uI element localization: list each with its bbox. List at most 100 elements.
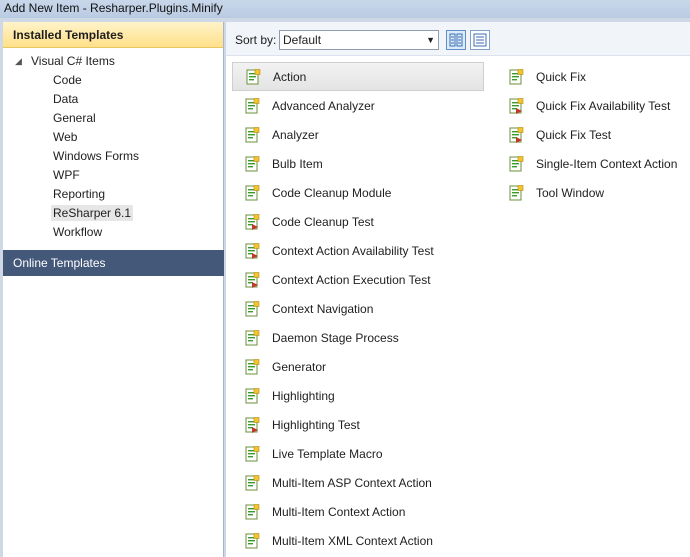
template-item[interactable]: Multi-Item Context Action [232,497,484,526]
template-item[interactable]: Action [232,62,484,91]
tree-item-label: Windows Forms [53,149,140,163]
tree-item[interactable]: Data [3,90,223,109]
tree-item[interactable]: ReSharper 6.1 [3,204,223,223]
template-label: Multi-Item XML Context Action [272,533,433,548]
template-label: Bulb Item [272,156,323,171]
template-item[interactable]: Multi-Item XML Context Action [232,526,484,555]
template-item[interactable]: Context Action Execution Test [232,265,484,294]
sort-toolbar: Sort by: Default ▼ [226,22,690,56]
template-label: Quick Fix [536,69,587,84]
template-item[interactable]: Single-Item Context Action [496,149,686,178]
code-file-icon [245,97,260,113]
chevron-down-icon: ▼ [426,35,435,45]
template-label: Quick Fix Availability Test [536,98,671,113]
code-file-icon [246,68,261,84]
template-label: Highlighting [272,388,335,403]
test-file-icon [509,126,524,143]
tree-item-label: General [53,111,96,125]
template-categories-pane: Installed Templates ◢ Visual C# Items Co… [3,22,224,557]
template-label: Context Action Availability Test [272,243,434,258]
code-file-icon [245,503,260,519]
template-item[interactable]: Quick Fix Test [496,120,686,149]
code-file-icon [245,387,260,403]
tree-item[interactable]: Windows Forms [3,147,223,166]
template-item[interactable]: Daemon Stage Process [232,323,484,352]
tree-item-label: ReSharper 6.1 [51,205,134,221]
code-file-icon [245,300,260,316]
tree-item[interactable]: Reporting [3,185,223,204]
tree-item-label: Data [53,92,79,106]
template-label: Quick Fix Test [536,127,612,142]
template-label: Highlighting Test [272,417,360,432]
tree-root-label: Visual C# Items [31,54,115,68]
template-item[interactable]: Quick Fix Availability Test [496,91,686,120]
template-label: Context Navigation [272,301,374,316]
code-file-icon [245,474,260,490]
sort-by-value: Default [283,33,322,47]
details-view-button[interactable] [470,30,490,50]
test-file-icon [245,242,260,259]
code-file-icon [245,329,260,345]
template-label: Generator [272,359,327,374]
templates-pane: Sort by: Default ▼ Action Advanced Analyz… [226,22,690,557]
tree-item[interactable]: Web [3,128,223,147]
template-item[interactable]: Code Cleanup Test [232,207,484,236]
code-file-icon [509,68,524,84]
template-label: Action [273,69,307,84]
template-item[interactable]: Analyzer [232,120,484,149]
template-label: Multi-Item Context Action [272,504,406,519]
installed-templates-header[interactable]: Installed Templates [3,22,223,48]
category-tree: ◢ Visual C# Items Code Data General Web Wind… [3,48,223,242]
template-item[interactable]: Quick Fix [496,62,686,91]
code-file-icon [245,532,260,548]
template-label: Code Cleanup Test [272,214,374,229]
tree-item[interactable]: Code [3,71,223,90]
small-icons-view-button[interactable] [446,30,466,50]
template-item[interactable]: Generator [232,352,484,381]
tree-item-label: WPF [53,168,80,182]
template-item[interactable]: Highlighting [232,381,484,410]
tree-item[interactable]: Workflow [3,223,223,242]
template-label: Multi-Item ASP Context Action [272,475,432,490]
test-file-icon [245,271,260,288]
template-item[interactable]: Tool Window [496,178,686,207]
window-title: Add New Item - Resharper.Plugins.Minify [0,0,690,18]
template-label: Context Action Execution Test [272,272,431,287]
template-item[interactable]: Code Cleanup Module [232,178,484,207]
templates-column-1: Action Advanced Analyzer Analyzer Bulb Item… [232,62,484,555]
test-file-icon [245,416,260,433]
code-file-icon [509,155,524,171]
template-label: Advanced Analyzer [272,98,375,113]
templates-column-2: Quick Fix Quick Fix Availability Test Quic… [496,62,686,207]
expand-collapse-icon[interactable]: ◢ [15,52,27,71]
tree-item-label: Reporting [53,187,106,201]
template-label: Code Cleanup Module [272,185,392,200]
code-file-icon [245,184,260,200]
sort-by-dropdown[interactable]: Default ▼ [279,30,439,50]
tree-item[interactable]: General [3,109,223,128]
template-item[interactable]: Highlighting Test [232,410,484,439]
tree-root-visual-csharp-items[interactable]: ◢ Visual C# Items [3,52,223,71]
online-templates-header[interactable]: Online Templates [3,250,224,276]
code-file-icon [245,445,260,461]
template-label: Daemon Stage Process [272,330,399,345]
details-view-icon [473,33,487,47]
template-item[interactable]: Advanced Analyzer [232,91,484,120]
template-item[interactable]: Multi-Item ASP Context Action [232,468,484,497]
code-file-icon [509,184,524,200]
test-file-icon [245,213,260,230]
template-label: Analyzer [272,127,319,142]
code-file-icon [245,126,260,142]
code-file-icon [245,155,260,171]
tree-item[interactable]: WPF [3,166,223,185]
template-item[interactable]: Context Navigation [232,294,484,323]
tree-item-label: Web [53,130,78,144]
small-icons-view-icon [449,33,463,47]
template-item[interactable]: Live Template Macro [232,439,484,468]
template-item[interactable]: Context Action Availability Test [232,236,484,265]
template-item[interactable]: Bulb Item [232,149,484,178]
code-file-icon [245,358,260,374]
tree-item-label: Workflow [53,225,103,239]
test-file-icon [509,97,524,114]
tree-item-label: Code [53,73,82,87]
